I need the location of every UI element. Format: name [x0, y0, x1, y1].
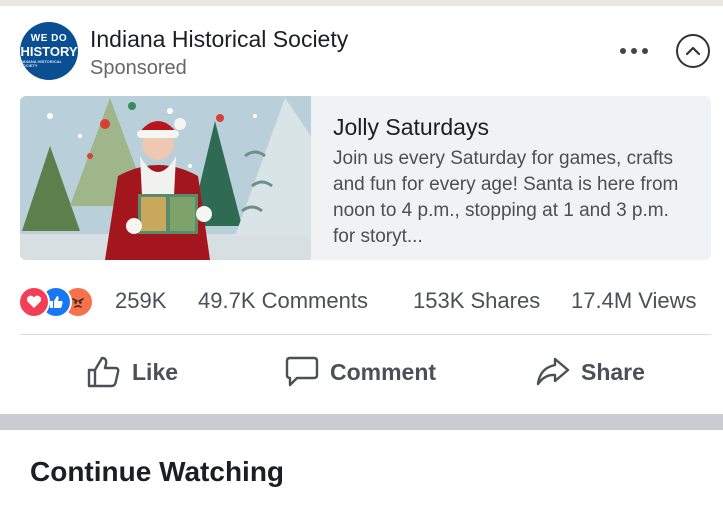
page-avatar[interactable]: WE DO HISTORY INDIANA HISTORICAL SOCIETY: [20, 22, 78, 80]
like-button[interactable]: Like: [86, 350, 178, 394]
shares-count[interactable]: 153K Shares: [413, 288, 540, 314]
sponsored-label[interactable]: Sponsored: [90, 57, 187, 80]
continue-watching-heading: Continue Watching: [30, 456, 285, 487]
santa-thumbnail-image: [20, 96, 311, 260]
actions-divider: [20, 334, 711, 335]
avatar-logo-line3: INDIANA HISTORICAL SOCIETY: [20, 59, 62, 68]
love-icon: [18, 286, 50, 318]
reaction-icons[interactable]: [18, 286, 110, 318]
chevron-up-icon[interactable]: [676, 34, 710, 68]
link-preview-card[interactable]: Jolly Saturdays Join us every Saturday f…: [20, 96, 711, 260]
page-name[interactable]: Indiana Historical Society: [90, 26, 348, 53]
more-options-icon[interactable]: [620, 44, 654, 58]
views-count: 17.4M Views: [571, 288, 697, 313]
share-label: Share: [581, 358, 645, 385]
comment-label: Comment: [330, 358, 437, 385]
share-button[interactable]: Share: [535, 350, 645, 394]
avatar-logo-line2: HISTORY: [20, 44, 78, 59]
comment-button[interactable]: Comment: [284, 350, 436, 394]
comment-bubble-icon: [285, 356, 319, 387]
like-label: Like: [132, 358, 179, 385]
section-separator: [0, 414, 723, 430]
top-border: [0, 0, 723, 6]
link-title[interactable]: Jolly Saturdays: [333, 114, 489, 141]
link-description: Join us every Saturday for games, crafts…: [333, 148, 679, 247]
avatar-logo-line1: WE DO: [30, 33, 68, 44]
comments-count[interactable]: 49.7K Comments: [198, 288, 368, 314]
reaction-count[interactable]: 259K: [115, 288, 166, 314]
share-arrow-icon: [536, 357, 570, 386]
thumbs-up-icon: [87, 356, 120, 388]
